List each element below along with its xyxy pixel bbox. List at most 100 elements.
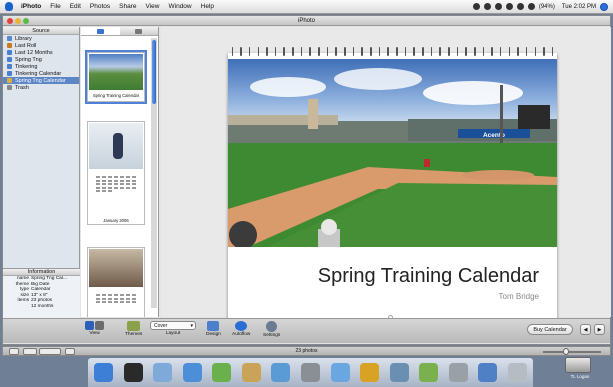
menu-window[interactable]: Window xyxy=(169,3,192,10)
apple-menu-icon[interactable] xyxy=(5,2,13,11)
system-preferences-icon[interactable] xyxy=(448,363,468,382)
themes-icon xyxy=(127,321,141,331)
thumb-caption: January 2006 xyxy=(103,218,129,223)
time-machine-icon[interactable] xyxy=(494,3,502,10)
strip-scroll-thumb[interactable] xyxy=(152,40,156,104)
world-of-warcraft-icon[interactable] xyxy=(419,363,439,382)
album-icon xyxy=(7,57,12,62)
menu-view[interactable]: View xyxy=(146,3,160,10)
minimize-window-icon[interactable] xyxy=(15,18,21,24)
zoom-slider-knob[interactable] xyxy=(563,348,569,355)
menu-bar: iPhoto File Edit Photos Share View Windo… xyxy=(0,0,613,14)
buy-calendar-button[interactable]: Buy Calendar xyxy=(527,324,573,335)
iphoto-window: iPhoto Source Library Last Roll Last 12 Mo… xyxy=(2,15,611,345)
cover-photo[interactable]: Acento xyxy=(228,59,557,247)
tab-photos[interactable] xyxy=(120,27,159,35)
binding-ring xyxy=(266,47,268,56)
source-item[interactable]: Spring Tng xyxy=(3,56,79,63)
bluetooth-icon[interactable] xyxy=(472,3,480,10)
close-window-icon[interactable] xyxy=(7,18,13,24)
spotlight-icon[interactable] xyxy=(600,2,608,11)
finder-icon[interactable] xyxy=(94,363,113,382)
photo-count: 23 photos xyxy=(295,348,318,354)
zoom-window-icon[interactable] xyxy=(23,18,29,24)
address-book-icon[interactable] xyxy=(241,363,261,382)
autoflow-button[interactable]: Autoflow xyxy=(232,321,250,337)
pages-icon xyxy=(96,28,104,34)
binding-ring xyxy=(421,47,424,56)
calendar-view: Acento Spring Training Calendar Tom Brid… xyxy=(161,27,611,321)
design-button[interactable]: Design xyxy=(206,321,221,337)
source-item[interactable]: Tinkering Calendar xyxy=(3,70,79,77)
tab-pages[interactable] xyxy=(81,27,120,35)
source-item[interactable]: Trash xyxy=(3,84,79,91)
binding-ring xyxy=(309,47,312,56)
source-item-label: Last Roll xyxy=(15,42,37,49)
source-item-label: Spring Tng xyxy=(15,56,42,63)
itunes-icon[interactable] xyxy=(271,363,291,382)
source-item[interactable]: Last 12 Months xyxy=(3,49,79,56)
battery-percent[interactable]: (94%) xyxy=(539,4,555,10)
page-thumb-cover[interactable]: Spring Training Calendar xyxy=(85,50,147,104)
two-page-view-icon[interactable] xyxy=(95,321,104,330)
calendar-author[interactable]: Tom Bridge xyxy=(499,292,539,301)
iphoto-icon[interactable] xyxy=(300,363,320,382)
source-item-label: Tinkering Calendar xyxy=(15,70,62,77)
layout-control[interactable]: Cover ▾ Layout xyxy=(150,321,196,336)
imovie-icon[interactable] xyxy=(330,363,350,382)
wifi-icon[interactable] xyxy=(505,3,513,10)
binding-ring xyxy=(525,47,528,56)
binding-ring xyxy=(439,47,441,56)
idvd-icon[interactable] xyxy=(360,363,380,382)
menu-edit[interactable]: Edit xyxy=(70,3,81,10)
menu-clock[interactable]: Tue 2:02 PM xyxy=(562,4,596,10)
single-page-view-icon[interactable] xyxy=(85,321,94,330)
battery-icon[interactable] xyxy=(527,3,535,10)
source-item[interactable]: Library xyxy=(3,35,79,42)
source-item[interactable]: Spring Tng Calendar xyxy=(3,77,79,84)
binding-ring xyxy=(508,47,511,56)
calendar-page[interactable]: Acento Spring Training Calendar Tom Brid… xyxy=(228,53,557,321)
menu-share[interactable]: Share xyxy=(119,3,136,10)
trash-icon[interactable] xyxy=(507,363,527,382)
information-rows: name Spring Tng Cal... theme Big Date type Ca… xyxy=(3,276,80,309)
mail-icon[interactable] xyxy=(153,363,173,382)
settings-button[interactable]: Settings xyxy=(263,321,280,338)
zoom-slider-track[interactable] xyxy=(543,351,601,353)
menu-photos[interactable]: Photos xyxy=(90,3,110,10)
calendar-title[interactable]: Spring Training Calendar xyxy=(318,265,539,288)
garageband-icon[interactable] xyxy=(389,363,409,382)
binding-ring xyxy=(335,47,337,56)
source-item[interactable]: Last Roll xyxy=(3,42,79,49)
hard-drive-label[interactable]: TL Logan xyxy=(560,374,600,379)
album-icon xyxy=(7,43,12,48)
sync-icon[interactable] xyxy=(483,3,491,10)
player-figure xyxy=(113,133,123,159)
layout-select[interactable]: Cover ▾ xyxy=(150,321,196,330)
dashboard-icon[interactable] xyxy=(123,363,143,382)
photos-icon xyxy=(135,28,143,34)
hard-drive-icon[interactable] xyxy=(565,357,591,373)
ichat-icon[interactable] xyxy=(212,363,232,382)
info-value[interactable]: 12 months xyxy=(31,304,80,310)
page-thumb-month-2[interactable] xyxy=(87,247,145,317)
binding-ring xyxy=(465,47,467,56)
binding-ring xyxy=(534,47,537,56)
autoflow-label: Autoflow xyxy=(232,332,251,337)
menu-file[interactable]: File xyxy=(50,3,60,10)
source-item[interactable]: Tinkering xyxy=(3,63,79,70)
previous-page-button[interactable]: ◀ xyxy=(580,324,591,335)
menu-app-iphoto[interactable]: iPhoto xyxy=(21,3,41,10)
themes-button[interactable]: Themes xyxy=(125,321,142,337)
page-thumb-month[interactable]: January 2006 xyxy=(87,121,145,225)
menu-help[interactable]: Help xyxy=(201,3,214,10)
terminal-icon[interactable] xyxy=(478,363,498,382)
view-control[interactable]: View xyxy=(85,321,104,336)
album-icon xyxy=(7,85,12,90)
window-titlebar[interactable]: iPhoto xyxy=(3,16,610,26)
volume-icon[interactable] xyxy=(516,3,524,10)
source-list: Library Last Roll Last 12 Months Spring Tng… xyxy=(3,35,79,91)
settings-label: Settings xyxy=(263,333,281,338)
safari-icon[interactable] xyxy=(182,363,202,382)
next-page-button[interactable]: ▶ xyxy=(594,324,605,335)
